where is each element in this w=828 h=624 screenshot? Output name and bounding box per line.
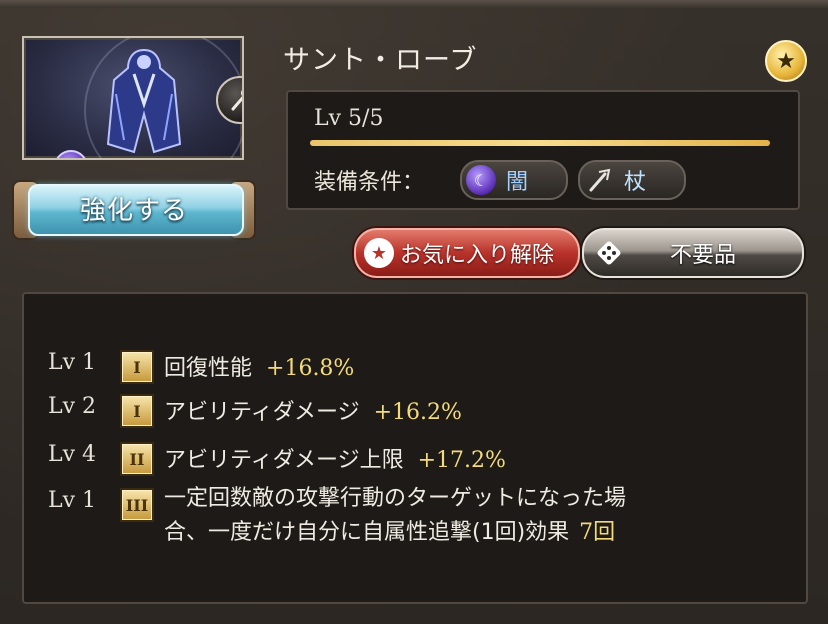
skill-level: Lv 1 <box>48 488 97 513</box>
item-info-panel: Lv 5/5 装備条件： ☾ 闇 杖 <box>286 90 800 210</box>
skill-name: 回復性能 +16.8% <box>164 350 354 382</box>
unfavorite-button[interactable]: ★ お気に入り解除 <box>354 228 580 278</box>
element-requirement-label: 闇 <box>506 170 529 195</box>
enhance-button[interactable]: 強化する <box>12 178 256 240</box>
star-icon: ★ <box>364 238 394 268</box>
level-progress-fill <box>310 140 770 146</box>
skill-name-text: 回復性能 <box>164 356 253 381</box>
unneeded-button-label: 不要品 <box>669 243 736 268</box>
favorite-star-icon: ★ <box>765 40 807 82</box>
skill-value: +16.2% <box>373 400 462 425</box>
level-label: Lv 5/5 <box>314 106 384 131</box>
skill-description-line1: 一定回数敵の攻撃行動のターゲットになった場 <box>164 486 627 511</box>
skill-tier-badge: II <box>122 444 152 474</box>
weapon-requirement-label: 杖 <box>624 170 647 195</box>
robe-image <box>106 48 182 154</box>
skills-panel: Lv 1 I 回復性能 +16.8% Lv 2 I アビリティダメージ +16.2%… <box>22 292 808 604</box>
skill-name-text: アビリティダメージ上限 <box>164 448 404 473</box>
element-requirement-pill: ☾ 闇 <box>460 160 568 200</box>
unneeded-button[interactable]: 不要品 <box>582 228 804 278</box>
skill-name: アビリティダメージ上限 +17.2% <box>164 442 506 474</box>
skill-description-line2: 合、一度だけ自分に自属性追撃(1回)効果 7回 <box>164 516 784 550</box>
skill-name: アビリティダメージ +16.2% <box>164 394 462 426</box>
skill-tier-badge: I <box>122 396 152 426</box>
weapon-requirement-pill: 杖 <box>578 160 686 200</box>
dice-icon <box>594 238 624 268</box>
item-name: サント・ローブ <box>283 45 478 76</box>
skill-value: 7回 <box>579 520 616 545</box>
unfavorite-button-label: お気に入り解除 <box>400 243 555 268</box>
skill-level: Lv 1 <box>48 350 97 375</box>
skill-level: Lv 4 <box>48 442 97 467</box>
skill-level: Lv 2 <box>48 394 97 419</box>
dark-element-icon: ☾ <box>54 150 88 158</box>
skill-value: +16.8% <box>266 356 355 381</box>
staff-icon <box>584 165 614 195</box>
level-progress-bar <box>310 140 770 146</box>
skill-tier-badge: III <box>122 490 152 520</box>
item-thumbnail[interactable]: ☾ <box>22 36 244 160</box>
dark-element-icon: ☾ <box>466 165 496 195</box>
requirements-label: 装備条件： <box>314 170 425 195</box>
skill-description: 一定回数敵の攻撃行動のターゲットになった場 合、一度だけ自分に自属性追撃(1回)… <box>164 482 784 550</box>
enhance-button-label: 強化する <box>79 195 188 226</box>
skill-name-text: アビリティダメージ <box>164 400 360 425</box>
equipment-detail-screen: ☾ 強化する サント・ローブ ★ Lv 5/5 装備条件： ☾ 闇 <box>0 0 828 624</box>
skill-value: +17.2% <box>417 448 506 473</box>
skill-description-line2-text: 合、一度だけ自分に自属性追撃(1回)効果 <box>164 520 570 545</box>
skill-tier-badge: I <box>122 352 152 382</box>
